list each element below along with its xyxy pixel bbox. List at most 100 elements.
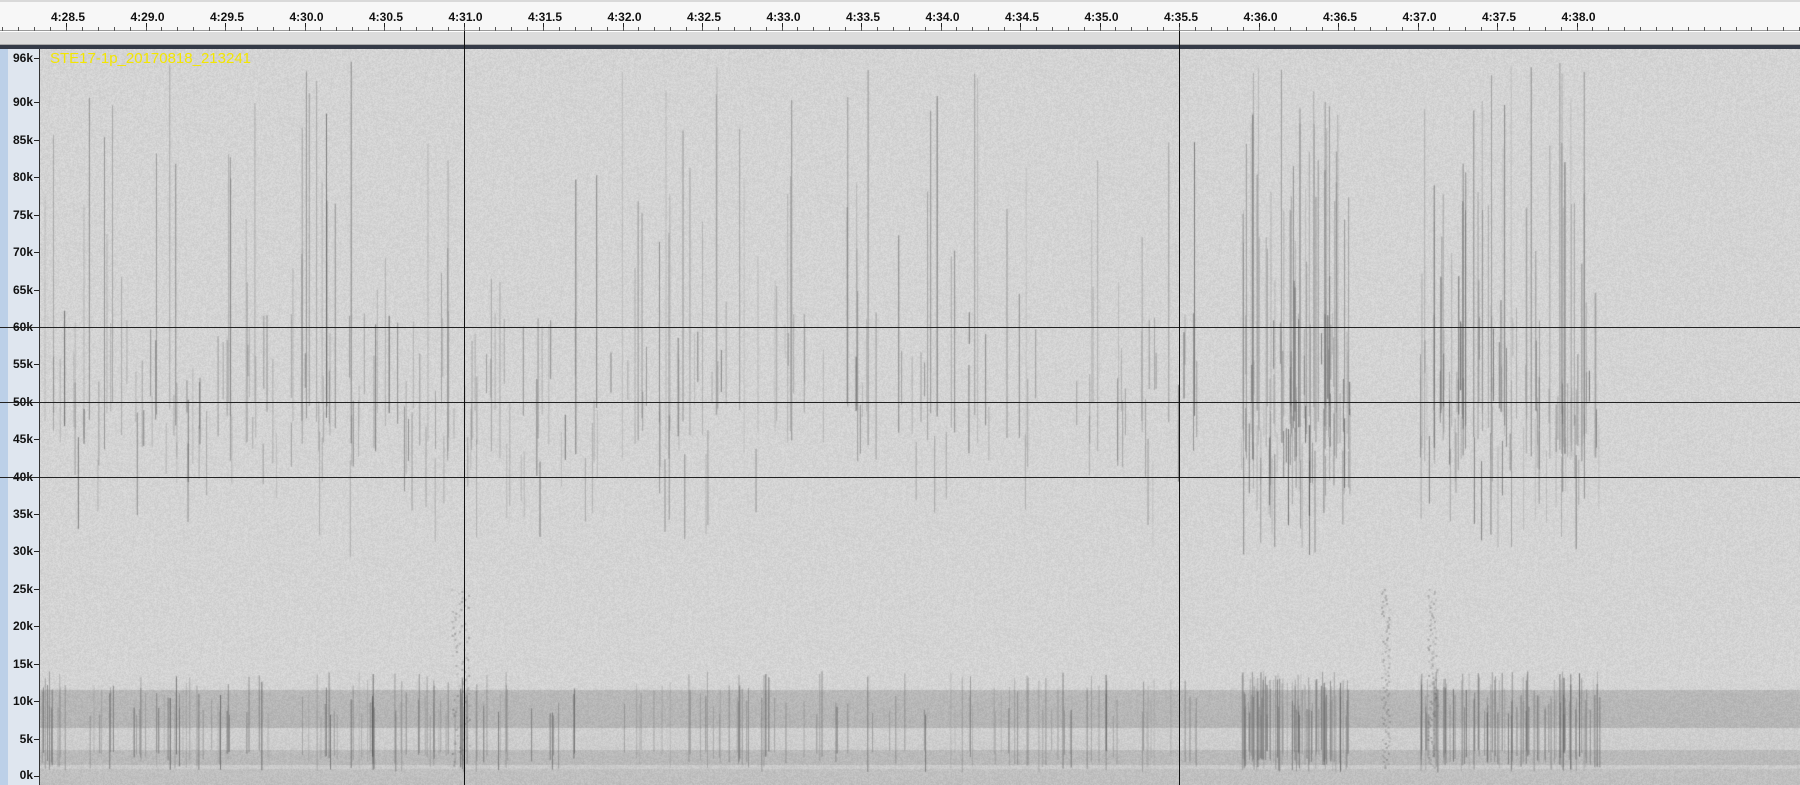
ruler-minor-tick [1194, 27, 1196, 31]
ruler-minor-tick [145, 27, 147, 31]
ruler-minor-tick [717, 27, 719, 31]
ruler-minor-tick [622, 27, 624, 31]
ruler-minor-tick [1004, 27, 1006, 31]
ruler-time-label: 4:36.5 [1322, 10, 1358, 24]
ruler-minor-tick [336, 27, 338, 31]
ruler-minor-tick [1433, 27, 1435, 31]
ruler-minor-tick [988, 27, 990, 31]
frequency-label: 45k [12, 432, 33, 447]
ruler-time-label: 4:33.5 [845, 10, 881, 24]
ruler-minor-tick [940, 27, 942, 31]
ruler-time-label: 4:31.5 [527, 10, 563, 24]
ruler-time-label: 4:30.5 [368, 10, 404, 24]
ruler-time-label: 4:32.5 [686, 10, 722, 24]
ruler-minor-tick [543, 27, 544, 31]
ruler-minor-tick [399, 27, 401, 31]
frequency-tick [34, 514, 39, 516]
ruler-minor-tick [1274, 27, 1276, 31]
ruler-time-label: 4:37.0 [1402, 10, 1437, 24]
frequency-label: 85k [12, 132, 33, 147]
ruler-minor-tick [1322, 27, 1324, 31]
ruler-minor-tick [320, 27, 322, 31]
timeline-ruler[interactable]: 4:28.5 4:29.0 4:29.5 4:30.0 4:30.5 4:31.0 4:31… [0, 0, 1800, 31]
ruler-minor-tick [876, 27, 878, 31]
ruler-top-border [0, 0, 1800, 2]
ruler-minor-tick [1497, 27, 1498, 31]
ruler-minor-tick [193, 27, 195, 31]
ruler-minor-tick [1020, 27, 1021, 31]
ruler-minor-tick [1528, 27, 1530, 31]
frequency-tick [34, 776, 39, 777]
ruler-time-label: 4:33.0 [766, 10, 801, 24]
ruler-minor-tick [765, 27, 767, 31]
frequency-tick [34, 102, 39, 104]
ruler-minor-tick [1608, 27, 1610, 31]
ruler-minor-tick [1338, 27, 1339, 31]
ruler-minor-tick [177, 27, 179, 31]
ruler-time-label: 4:38.0 [1561, 10, 1596, 24]
ruler-minor-tick [574, 27, 576, 31]
frequency-axis-stripe [0, 49, 8, 785]
frequency-label: 35k [12, 507, 33, 522]
ruler-minor-tick [1719, 27, 1721, 31]
frequency-label: 20k [12, 619, 33, 634]
ruler-minor-tick [288, 27, 290, 31]
ruler-minor-tick [972, 27, 974, 31]
frequency-axis[interactable]: 96k 90k 85k 80k 75k 70k 65k 60k 55k 50k 45k 40k 35k 3… [0, 49, 40, 785]
ruler-minor-tick [1099, 27, 1101, 31]
time-cursor-line[interactable] [463, 31, 465, 785]
ruler-minor-tick [415, 27, 417, 31]
frequency-tick [34, 364, 39, 366]
ruler-minor-tick [749, 27, 751, 31]
frequency-guide-line [0, 326, 1800, 328]
time-cursor-line[interactable] [1179, 31, 1180, 785]
ruler-minor-tick [2, 27, 4, 31]
ruler-minor-tick [161, 27, 163, 31]
ruler-minor-tick [1512, 27, 1514, 31]
ruler-minor-tick [845, 27, 847, 31]
frequency-tick [34, 177, 39, 179]
spectrogram-view[interactable] [40, 49, 1800, 785]
ruler-minor-tick [1751, 27, 1753, 31]
frequency-label: 15k [12, 656, 33, 671]
ruler-minor-tick [97, 27, 99, 31]
ruler-minor-tick [1035, 27, 1037, 31]
ruler-minor-tick [1560, 27, 1562, 31]
ruler-time-label: 4:29.5 [209, 10, 245, 24]
ruler-time-label: 4:35.0 [1084, 10, 1119, 24]
ruler-minor-tick [1353, 27, 1355, 31]
frequency-label: 90k [12, 95, 33, 110]
ruler-minor-tick [1465, 27, 1467, 31]
ruler-minor-tick [1290, 27, 1292, 31]
spectrogram-canvas[interactable] [40, 49, 1800, 785]
ruler-minor-tick [1163, 27, 1165, 31]
frequency-tick [34, 551, 39, 553]
ruler-minor-tick [1449, 27, 1451, 31]
ruler-minor-tick [81, 27, 83, 31]
ruler-minor-tick [1401, 27, 1403, 31]
ruler-minor-tick [590, 27, 592, 31]
ruler-minor-tick [861, 27, 862, 31]
ruler-minor-tick [686, 27, 688, 31]
ruler-minor-tick [1624, 27, 1626, 31]
frequency-tick [34, 289, 39, 291]
frequency-label: 10k [12, 694, 33, 709]
ruler-minor-tick [66, 27, 67, 31]
ruler-minor-tick [797, 27, 799, 31]
track-info-strip [0, 32, 1800, 45]
ruler-time-label: 4:31.0 [448, 10, 483, 24]
ruler-time-label: 4:36.0 [1243, 10, 1278, 24]
frequency-label: 96k [12, 50, 33, 65]
frequency-tick [34, 738, 39, 740]
ruler-minor-tick [1131, 27, 1133, 31]
ruler-time-label: 4:28.5 [50, 10, 86, 24]
ruler-minor-tick [1067, 27, 1069, 31]
ruler-minor-tick [1735, 27, 1737, 31]
ruler-minor-tick [34, 27, 36, 31]
frequency-label: 70k [12, 245, 33, 260]
frequency-label: 0k [19, 768, 33, 782]
ruler-minor-tick [1767, 27, 1769, 31]
ruler-minor-tick [1417, 27, 1419, 31]
ruler-time-label: 4:34.0 [925, 10, 960, 24]
frequency-label: 80k [12, 170, 33, 185]
